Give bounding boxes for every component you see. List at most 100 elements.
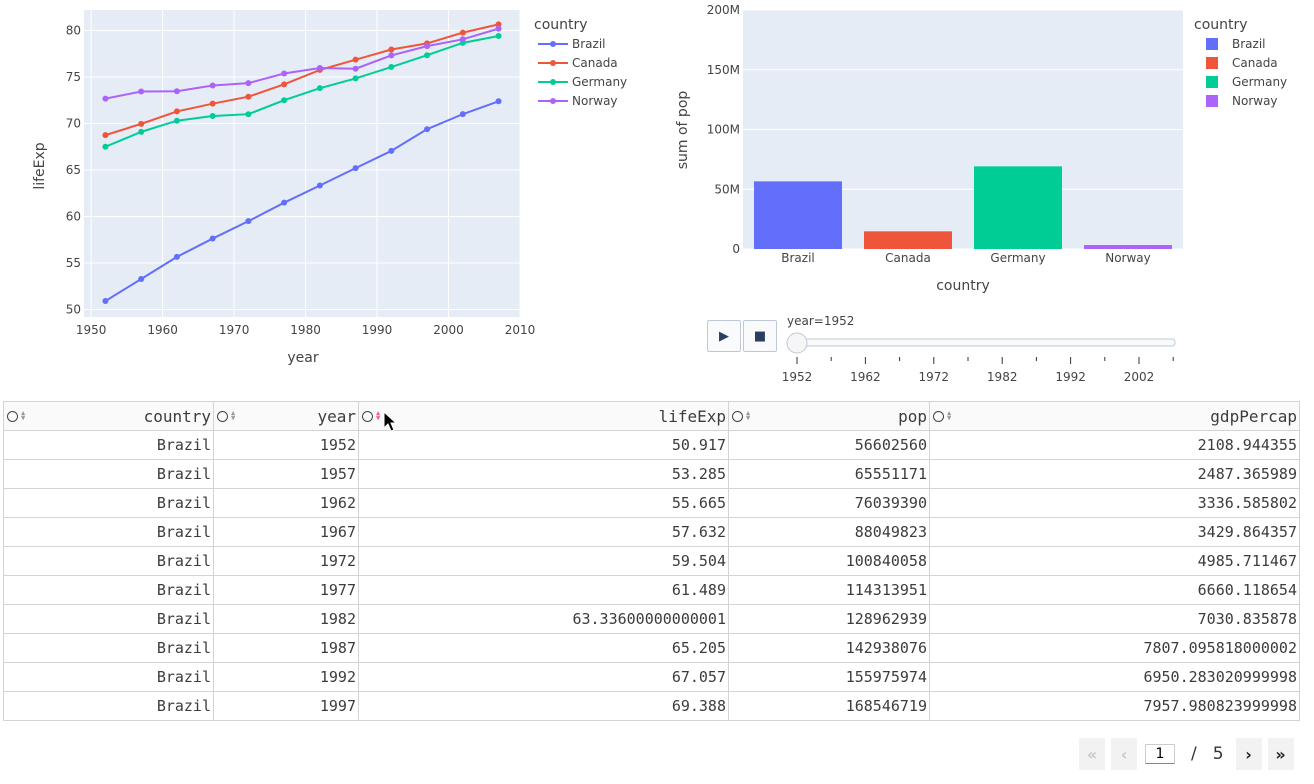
table-cell[interactable]: 88049823 [728, 517, 930, 547]
column-select-icon[interactable] [7, 410, 18, 422]
table-cell[interactable]: Brazil [3, 604, 214, 634]
table-cell[interactable]: 65551171 [728, 459, 930, 489]
table-cell[interactable]: 1992 [213, 662, 359, 692]
table-cell[interactable]: 128962939 [728, 604, 930, 634]
bar-chart[interactable]: 0 50M 100M 150M 200M Brazil Canada Germany Norw… [660, 0, 1314, 300]
table-cell[interactable]: 100840058 [728, 546, 930, 576]
legend-item-brazil[interactable]: Brazil [1206, 37, 1266, 51]
table-cell[interactable]: Brazil [3, 691, 214, 721]
next-page-button[interactable]: › [1235, 738, 1262, 770]
table-cell[interactable]: 3429.864357 [929, 517, 1300, 547]
table-cell[interactable]: Brazil [3, 430, 214, 460]
x-tick-label: Brazil [781, 251, 815, 265]
slider-tick-label: 1992 [1055, 370, 1086, 384]
table-cell[interactable]: 1957 [213, 459, 359, 489]
table-cell[interactable]: 1982 [213, 604, 359, 634]
legend-item-canada[interactable]: Canada [538, 56, 618, 70]
sort-icon[interactable]: ▲ ▼ [231, 410, 235, 422]
table-cell[interactable]: 6660.118654 [929, 575, 1300, 605]
table-cell[interactable]: 65.205 [358, 633, 729, 663]
table-cell[interactable]: Brazil [3, 517, 214, 547]
previous-page-button[interactable]: ‹ [1111, 738, 1137, 770]
column-header-gdppercap[interactable]: ▲ ▼ gdpPercap [929, 401, 1300, 431]
table-cell[interactable]: 142938076 [728, 633, 930, 663]
sort-icon[interactable]: ▲ ▼ [21, 410, 25, 422]
table-cell[interactable]: 67.057 [358, 662, 729, 692]
table-cell[interactable]: 1952 [213, 430, 359, 460]
table-cell[interactable]: Brazil [3, 459, 214, 489]
table-cell[interactable]: Brazil [3, 662, 214, 692]
sort-icon[interactable]: ▲ ▼ [746, 410, 750, 422]
last-page-button[interactable]: » [1267, 738, 1294, 770]
table-cell[interactable]: Brazil [3, 575, 214, 605]
sort-icon[interactable]: ▲ ▼ [376, 410, 380, 422]
table-cell[interactable]: 2487.365989 [929, 459, 1300, 489]
table-cell[interactable]: 61.489 [358, 575, 729, 605]
table-cell[interactable]: 50.917 [358, 430, 729, 460]
table-cell[interactable]: 57.632 [358, 517, 729, 547]
column-label: country [143, 406, 211, 426]
column-select-icon[interactable] [217, 410, 228, 422]
table-cell[interactable]: 1967 [213, 517, 359, 547]
year-slider[interactable]: year=1952 1952 1962 1972 1982 1992 2002 [700, 305, 1190, 390]
table-cell[interactable]: 7957.980823999998 [929, 691, 1300, 721]
first-page-button[interactable]: « [1079, 738, 1105, 770]
table-cell[interactable]: 1997 [213, 691, 359, 721]
table-cell[interactable]: Brazil [3, 488, 214, 518]
bar-legend-title: country [1194, 17, 1248, 33]
line-chart[interactable]: 1950 1960 1970 1980 1990 2000 2010 50 55 60 65 70 7… [0, 0, 650, 375]
table-cell[interactable]: 7030.835878 [929, 604, 1300, 634]
line-plot-area [84, 10, 520, 317]
table-cell[interactable]: 4985.711467 [929, 546, 1300, 576]
x-tick-label: 1950 [76, 323, 107, 337]
table-cell[interactable]: 53.285 [358, 459, 729, 489]
y-tick-label: 60 [66, 210, 81, 224]
legend-item-germany[interactable]: Germany [538, 75, 627, 89]
table-cell[interactable]: Brazil [3, 633, 214, 663]
legend-item-norway[interactable]: Norway [538, 94, 618, 108]
column-label: pop [898, 406, 927, 426]
table-cell[interactable]: 2108.944355 [929, 430, 1300, 460]
table-cell[interactable]: 76039390 [728, 488, 930, 518]
column-header-country[interactable]: ▲ ▼ country [3, 401, 214, 431]
data-point-brazil [459, 111, 466, 118]
table-cell[interactable]: 1987 [213, 633, 359, 663]
table-cell[interactable]: 6950.283020999998 [929, 662, 1300, 692]
column-select-icon[interactable] [933, 410, 944, 422]
legend-item-canada[interactable]: Canada [1206, 56, 1278, 70]
legend-item-norway[interactable]: Norway [1206, 94, 1278, 108]
table-row: Brazil 1997 69.388 168546719 7957.9808239999… [3, 691, 1300, 721]
table-cell[interactable]: 63.33600000000001 [358, 604, 729, 634]
table-cell[interactable]: 7807.095818000002 [929, 633, 1300, 663]
line-legend[interactable]: Brazil Canada Germany Norway [538, 37, 627, 108]
column-header-lifeexp[interactable]: ▲ ▼ lifeExp [358, 401, 729, 431]
column-select-icon[interactable] [732, 410, 743, 422]
slider-handle[interactable] [786, 332, 808, 354]
legend-item-germany[interactable]: Germany [1206, 75, 1287, 89]
data-point-germany [245, 111, 252, 118]
sort-icon[interactable]: ▲ ▼ [947, 410, 951, 422]
table-cell[interactable]: 59.504 [358, 546, 729, 576]
table-cell[interactable]: 3336.585802 [929, 488, 1300, 518]
table-cell[interactable]: 1962 [213, 488, 359, 518]
y-tick-label: 50M [714, 182, 740, 196]
y-tick-label: 70 [66, 116, 81, 130]
table-cell[interactable]: 69.388 [358, 691, 729, 721]
table-cell[interactable]: Brazil [3, 546, 214, 576]
legend-swatch [1206, 95, 1218, 107]
table-cell[interactable]: 55.665 [358, 488, 729, 518]
table-cell[interactable]: 1977 [213, 575, 359, 605]
column-select-icon[interactable] [362, 410, 373, 422]
column-header-pop[interactable]: ▲ ▼ pop [728, 401, 930, 431]
column-header-year[interactable]: ▲ ▼ year [213, 401, 359, 431]
current-page-input[interactable] [1145, 744, 1175, 764]
bar-legend[interactable]: Brazil Canada Germany Norway [1206, 37, 1287, 108]
legend-label: Norway [1232, 94, 1278, 108]
table-cell[interactable]: 168546719 [728, 691, 930, 721]
table-cell[interactable]: 155975974 [728, 662, 930, 692]
table-cell[interactable]: 56602560 [728, 430, 930, 460]
legend-item-brazil[interactable]: Brazil [538, 37, 606, 51]
table-cell[interactable]: 1972 [213, 546, 359, 576]
slider-rail[interactable] [787, 338, 1176, 347]
table-cell[interactable]: 114313951 [728, 575, 930, 605]
